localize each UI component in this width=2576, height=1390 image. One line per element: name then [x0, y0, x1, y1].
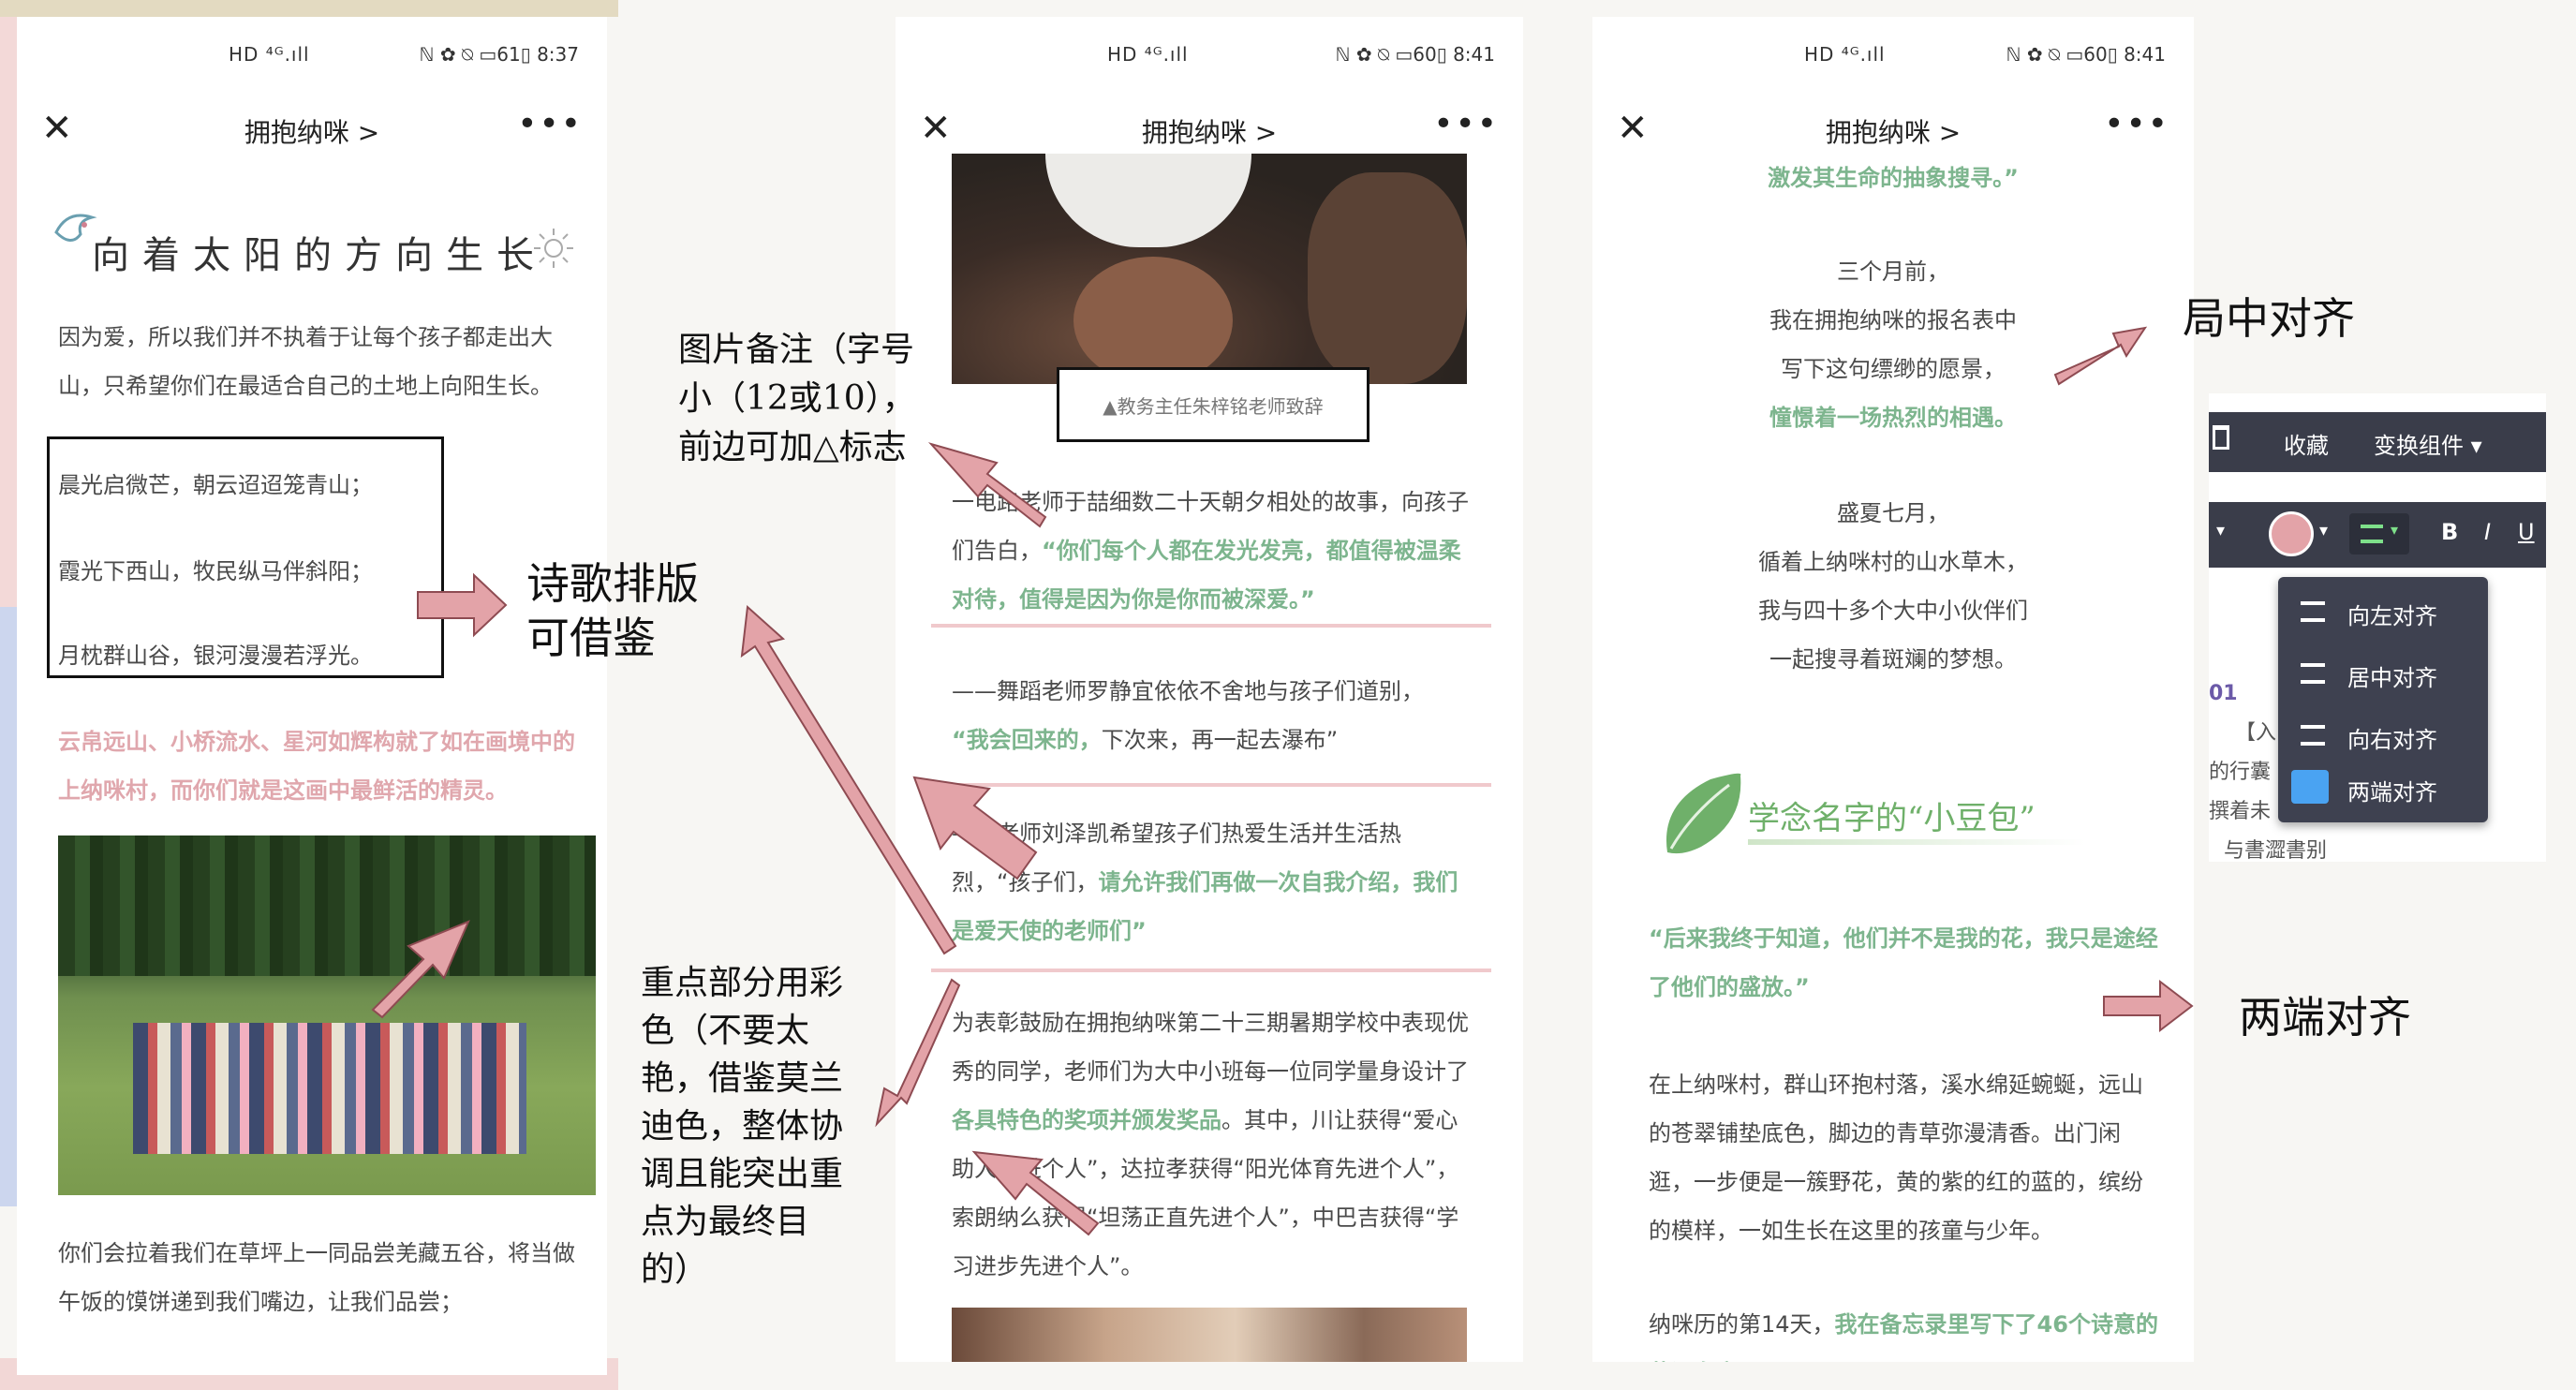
annotation-poem-layout: 诗歌排版 可借鉴 [526, 558, 699, 663]
menu-align-justify[interactable]: 两端对齐 [2278, 761, 2488, 817]
center-line-6: 我与四十多个大中小伙伴们 [1758, 598, 2028, 624]
intro-paragraph: 因为爱，所以我们并不执着于让每个孩子都走出大山，只希望你们在最适合自己的土地上向… [58, 324, 553, 399]
awards-paragraph: 为表彰鼓励在拥抱纳咪第二十三期暑期学校中表现优秀的同学，老师们为大中小班每一位同… [952, 1010, 1469, 1279]
editor-crop: 收藏 变换组件 ▾ ▾ ▾ ▾ B I U 01 【入 的行囊 撰着未 与書澀書… [2209, 393, 2546, 862]
poem-line-1: 晨光启微芒，朝云迢迢笼青山； [58, 472, 373, 498]
photo-caption: ▲教务主任朱梓铭老师致辞 [1103, 395, 1324, 418]
status-bar: HD ⁴ᴳ.ıll ℕ ✿ ⍉ ▭60▯ 8:41 [1592, 17, 2194, 92]
pink-divider [931, 624, 1491, 628]
status-bar: HD ⁴ᴳ.ıll ℕ ✿ ⍉ ▭61▯ 8:37 [17, 17, 607, 92]
closing-paragraph: 你们会拉着我们在草坪上一同品尝羌藏五谷，将当做午饭的馍饼递到我们嘴边，让我们品尝… [58, 1240, 575, 1315]
dropdown-caret-icon[interactable]: ▾ [2216, 521, 2225, 540]
signal-icon: HD ⁴ᴳ.ıll [1107, 43, 1189, 66]
underline-button[interactable]: U [2518, 519, 2535, 545]
align-dropdown-menu: 向左对齐 居中对齐 向右对齐 两端对齐 [2278, 577, 2488, 822]
bg-left-pink [0, 17, 17, 607]
italic-button[interactable]: I [2484, 519, 2491, 545]
center-line-green: 憧憬着一场热烈的相遇。 [1769, 405, 2017, 431]
poem-line-3: 月枕群山谷，银河漫漫若浮光。 [58, 643, 373, 669]
center-line-1: 三个月前， [1837, 259, 1949, 285]
dance-teacher-paragraph: ——舞蹈老师罗静宜依依不舍地与孩子们道别， “我会回来的，下次来，再一起去瀑布” [952, 678, 1424, 753]
village-paragraph: 在上纳咪村，群山环抱村落，溪水绵延蜿蜒，远山的苍翠铺垫底色，脚边的青草弥漫清香。… [1649, 1072, 2143, 1244]
align-left-icon [2301, 601, 2325, 622]
align-justify-icon [2291, 770, 2329, 804]
status-time: ℕ ✿ ⍉ ▭61▯ 8:37 [419, 43, 579, 66]
menu-align-center[interactable]: 居中对齐 [2278, 646, 2488, 702]
pink-divider [931, 783, 1491, 787]
align-button[interactable]: ▾ [2349, 513, 2409, 555]
color-caret-icon[interactable]: ▾ [2319, 521, 2328, 540]
color-picker-swatch[interactable] [2269, 511, 2314, 556]
teacher-speech-photo[interactable] [952, 154, 1467, 384]
quote-tail: 激发其生命的抽象搜寻。” [1768, 165, 2019, 191]
teacher-story-paragraph: 一电路老师于喆细数二十天朝夕相处的故事，向孩子们告白，“你们每个人都在发光发亮，… [952, 489, 1469, 613]
more-menu-icon[interactable]: ••• [517, 105, 583, 143]
menu-align-left[interactable]: 向左对齐 [2278, 584, 2488, 641]
annotation-center-align: 局中对齐 [2183, 293, 2355, 344]
bold-button[interactable]: B [2441, 519, 2458, 545]
pink-divider [931, 969, 1491, 972]
status-bar: HD ⁴ᴳ.ıll ℕ ✿ ⍉ ▭60▯ 8:41 [896, 17, 1523, 92]
poem-line-2: 霞光下西山，牧民纵马伴斜阳； [58, 558, 373, 584]
highlighted-paragraph: 云帛远山、小桥流水、星河如辉构就了如在画境中的上纳咪村，而你们就是这画中最鲜活的… [58, 729, 575, 804]
more-menu-icon[interactable]: ••• [1433, 105, 1499, 143]
teacher-liu-paragraph: ——老师刘泽凯希望孩子们热爱生活并生活热烈，“孩子们，请允许我们再做一次自我介绍… [952, 821, 1458, 944]
favorite-button[interactable]: 收藏 [2284, 427, 2329, 460]
bg-top-beige [0, 0, 618, 17]
justify-icon [2361, 525, 2383, 543]
signal-icon: HD ⁴ᴳ.ıll [229, 43, 310, 66]
status-time: ℕ ✿ ⍉ ▭60▯ 8:41 [2006, 43, 2166, 66]
center-line-3: 写下这句缥缈的愿景， [1781, 356, 2006, 382]
leaf-icon [1666, 773, 1741, 854]
children-photo-bottom[interactable] [952, 1308, 1467, 1362]
status-time: ℕ ✿ ⍉ ▭60▯ 8:41 [1335, 43, 1495, 66]
section-title: 学念名字的“小豆包” [1748, 800, 2036, 837]
group-photo-grassland[interactable] [58, 835, 596, 1195]
menu-align-right[interactable]: 向右对齐 [2278, 708, 2488, 764]
annotation-justify-align: 两端对齐 [2239, 992, 2411, 1042]
phone-screenshot-1: HD ⁴ᴳ.ıll ℕ ✿ ⍉ ▭61▯ 8:37 ✕ 拥抱纳咪 > ••• 向… [17, 17, 607, 1375]
section-heading: 向着太阳的方向生长 [92, 234, 547, 277]
transform-component-button[interactable]: 变换组件 ▾ [2374, 427, 2482, 460]
nav-bar: ✕ 拥抱纳咪 > ••• [17, 92, 607, 174]
delete-icon[interactable] [2213, 425, 2229, 450]
sun-icon [534, 229, 573, 268]
quote-paragraph: “后来我终于知道，他们并不是我的花，我只是途经了他们的盛放。” [1649, 925, 2158, 1000]
center-line-5: 循着上纳咪村的山水草木， [1758, 549, 2028, 575]
title-underline [1748, 839, 2085, 845]
annotation-color-note: 重点部分用彩 色（不要太 艳，借鉴莫兰 迪色，整体协 调且能突出重 点为最终目 … [641, 964, 844, 1289]
center-line-7: 一起搜寻着斑斓的梦想。 [1769, 646, 2017, 673]
more-menu-icon[interactable]: ••• [2104, 105, 2169, 143]
editor-toolbar-format: ▾ ▾ ▾ B I U [2209, 502, 2546, 568]
memo-paragraph: 纳咪历的第14天，我在备忘录里写下了46个诗意的藏语名字。 [1649, 1311, 2158, 1362]
phone-screenshot-2: HD ⁴ᴳ.ıll ℕ ✿ ⍉ ▭60▯ 8:41 ✕ 拥抱纳咪 > ••• ▲… [896, 17, 1523, 1362]
article-title[interactable]: 拥抱纳咪 > [896, 112, 1523, 150]
annotation-caption-note: 图片备注（字号 小（12或10）， 前边可加△标志 [678, 331, 916, 466]
signal-icon: HD ⁴ᴳ.ıll [1804, 43, 1886, 66]
center-line-4: 盛夏七月， [1837, 500, 1949, 526]
bg-left-blue [0, 607, 17, 1206]
editor-toolbar-top: 收藏 变换组件 ▾ [2209, 412, 2546, 472]
phone-screenshot-3: HD ⁴ᴳ.ıll ℕ ✿ ⍉ ▭60▯ 8:41 ✕ 拥抱纳咪 > ••• 激… [1592, 17, 2194, 1362]
align-center-icon [2301, 663, 2325, 684]
align-right-icon [2301, 725, 2325, 746]
center-line-2: 我在拥抱纳咪的报名表中 [1769, 307, 2017, 333]
